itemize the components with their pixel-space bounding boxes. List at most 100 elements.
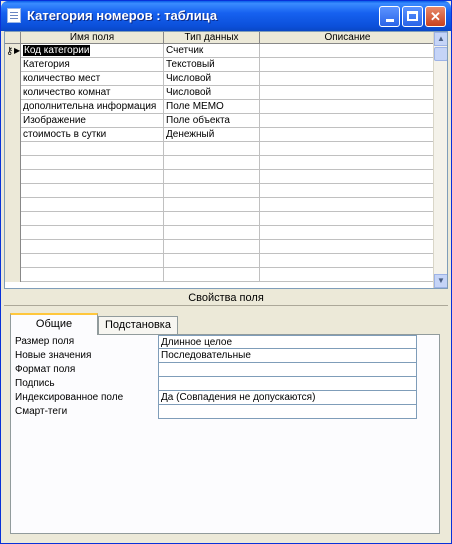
row-selector[interactable]: [5, 72, 21, 86]
column-header-field-name[interactable]: Имя поля: [21, 32, 164, 44]
description-cell[interactable]: [260, 226, 435, 240]
empty-field-row[interactable]: [5, 268, 435, 282]
description-cell[interactable]: [260, 156, 435, 170]
field-name-cell[interactable]: [21, 240, 164, 254]
maximize-button[interactable]: [402, 6, 423, 27]
data-type-cell[interactable]: Денежный: [164, 128, 260, 142]
description-cell[interactable]: [260, 240, 435, 254]
scroll-down-button[interactable]: ▼: [434, 274, 447, 288]
close-button[interactable]: ✕: [425, 6, 446, 27]
empty-field-row[interactable]: [5, 184, 435, 198]
field-row[interactable]: ⚷ ▶ Код категории Счетчик: [5, 44, 435, 58]
property-value-smart-tags[interactable]: [158, 405, 417, 419]
row-selector[interactable]: [5, 86, 21, 100]
description-cell[interactable]: [260, 58, 435, 72]
property-value-caption[interactable]: [158, 377, 417, 391]
tab-general[interactable]: Общие: [10, 313, 98, 335]
minimize-button[interactable]: [379, 6, 400, 27]
field-name-cell[interactable]: дополнительна информация: [21, 100, 164, 114]
description-cell[interactable]: [260, 100, 435, 114]
row-selector[interactable]: [5, 128, 21, 142]
empty-field-row[interactable]: [5, 226, 435, 240]
row-selector[interactable]: [5, 254, 21, 268]
tab-lookup[interactable]: Подстановка: [98, 316, 178, 334]
data-type-cell[interactable]: [164, 226, 260, 240]
field-row[interactable]: количество мест Числовой: [5, 72, 435, 86]
row-selector[interactable]: [5, 226, 21, 240]
row-selector[interactable]: [5, 114, 21, 128]
description-cell[interactable]: [260, 268, 435, 282]
data-type-cell[interactable]: [164, 184, 260, 198]
scroll-up-button[interactable]: ▲: [434, 32, 447, 46]
data-type-cell[interactable]: Текстовый: [164, 58, 260, 72]
empty-field-row[interactable]: [5, 156, 435, 170]
data-type-cell[interactable]: Счетчик: [164, 44, 260, 58]
data-type-cell[interactable]: [164, 254, 260, 268]
scroll-thumb[interactable]: [434, 47, 447, 61]
data-type-cell[interactable]: Поле объекта: [164, 114, 260, 128]
row-selector[interactable]: [5, 198, 21, 212]
field-name-cell[interactable]: [21, 254, 164, 268]
field-row[interactable]: количество комнат Числовой: [5, 86, 435, 100]
row-selector[interactable]: [5, 170, 21, 184]
data-type-cell[interactable]: [164, 156, 260, 170]
select-all-corner[interactable]: [5, 32, 21, 44]
column-header-description[interactable]: Описание: [260, 32, 435, 44]
data-type-cell[interactable]: Числовой: [164, 86, 260, 100]
field-name-cell[interactable]: [21, 170, 164, 184]
field-name-cell[interactable]: [21, 184, 164, 198]
field-name-cell[interactable]: количество мест: [21, 72, 164, 86]
row-selector[interactable]: [5, 240, 21, 254]
field-name-cell[interactable]: стоимость в сутки: [21, 128, 164, 142]
empty-field-row[interactable]: [5, 170, 435, 184]
field-name-cell[interactable]: [21, 226, 164, 240]
field-row[interactable]: Изображение Поле объекта: [5, 114, 435, 128]
field-name-cell[interactable]: [21, 156, 164, 170]
description-cell[interactable]: [260, 114, 435, 128]
field-row[interactable]: Категория Текстовый: [5, 58, 435, 72]
field-name-cell[interactable]: Изображение: [21, 114, 164, 128]
field-row[interactable]: стоимость в сутки Денежный: [5, 128, 435, 142]
empty-field-row[interactable]: [5, 254, 435, 268]
field-name-cell[interactable]: Код категории: [21, 44, 164, 58]
data-type-cell[interactable]: [164, 212, 260, 226]
field-name-cell[interactable]: [21, 212, 164, 226]
row-selector[interactable]: [5, 156, 21, 170]
field-name-cell[interactable]: Категория: [21, 58, 164, 72]
empty-field-row[interactable]: [5, 212, 435, 226]
data-type-cell[interactable]: [164, 198, 260, 212]
row-selector[interactable]: [5, 268, 21, 282]
row-selector[interactable]: [5, 58, 21, 72]
description-cell[interactable]: [260, 212, 435, 226]
property-value-new-values[interactable]: Последовательные: [158, 349, 417, 363]
data-type-cell[interactable]: Поле MEMO: [164, 100, 260, 114]
empty-field-row[interactable]: [5, 240, 435, 254]
data-type-cell[interactable]: [164, 240, 260, 254]
field-name-cell[interactable]: [21, 142, 164, 156]
row-selector[interactable]: [5, 100, 21, 114]
row-selector[interactable]: [5, 184, 21, 198]
data-type-cell[interactable]: [164, 170, 260, 184]
description-cell[interactable]: [260, 128, 435, 142]
property-value-field-size[interactable]: Длинное целое: [158, 335, 417, 349]
row-selector[interactable]: [5, 142, 21, 156]
data-type-cell[interactable]: [164, 142, 260, 156]
property-value-indexed[interactable]: Да (Совпадения не допускаются): [158, 391, 417, 405]
description-cell[interactable]: [260, 198, 435, 212]
description-cell[interactable]: [260, 44, 435, 58]
field-name-cell[interactable]: количество комнат: [21, 86, 164, 100]
data-type-cell[interactable]: Числовой: [164, 72, 260, 86]
empty-field-row[interactable]: [5, 198, 435, 212]
field-row[interactable]: дополнительна информация Поле MEMO: [5, 100, 435, 114]
row-selector[interactable]: [5, 212, 21, 226]
column-header-data-type[interactable]: Тип данных: [164, 32, 260, 44]
description-cell[interactable]: [260, 72, 435, 86]
description-cell[interactable]: [260, 254, 435, 268]
description-cell[interactable]: [260, 86, 435, 100]
vertical-scrollbar[interactable]: ▲ ▼: [433, 32, 447, 288]
property-value-format[interactable]: [158, 363, 417, 377]
description-cell[interactable]: [260, 184, 435, 198]
data-type-cell[interactable]: [164, 268, 260, 282]
empty-field-row[interactable]: [5, 142, 435, 156]
field-name-cell[interactable]: [21, 268, 164, 282]
